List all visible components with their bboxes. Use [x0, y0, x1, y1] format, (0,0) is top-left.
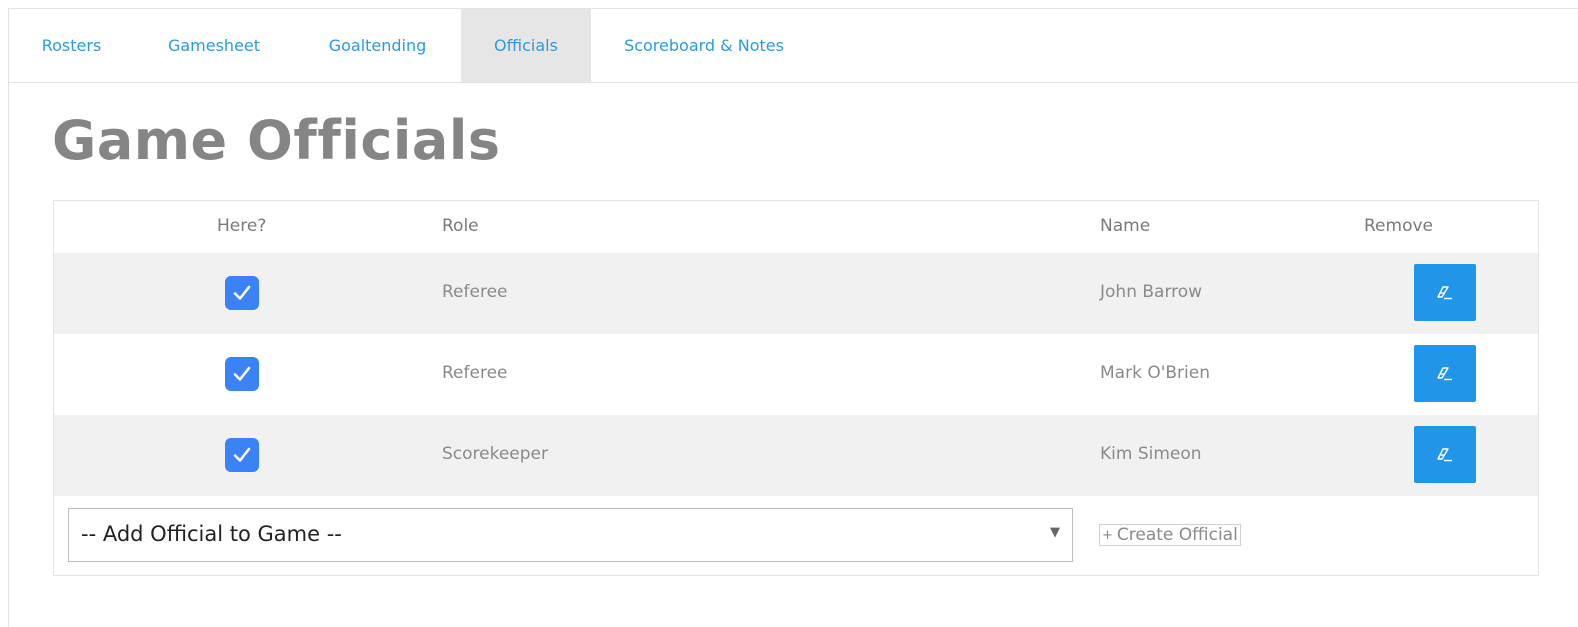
eraser-icon: [1437, 285, 1452, 299]
create-official-label: Create Official: [1116, 525, 1238, 545]
here-checkbox[interactable]: [225, 438, 259, 472]
plus-icon: +: [1102, 527, 1113, 543]
checkmark-icon: [233, 366, 251, 381]
checkmark-icon: [233, 447, 251, 462]
tab-label: Gamesheet: [167, 36, 261, 55]
chevron-down-icon: ▼: [1050, 525, 1060, 540]
tab-bar: Rosters Gamesheet Goaltending Officials …: [9, 9, 1578, 83]
tab-label: Officials: [494, 36, 558, 55]
create-official-button[interactable]: + Create Official: [1099, 524, 1241, 546]
app-frame: Rosters Gamesheet Goaltending Officials …: [8, 8, 1578, 627]
here-checkbox[interactable]: [225, 276, 259, 310]
remove-official-button[interactable]: [1414, 426, 1476, 483]
official-name: Mark O'Brien: [1100, 363, 1210, 383]
tab-label: Scoreboard & Notes: [624, 36, 784, 55]
table-row: Referee Mark O'Brien: [54, 334, 1538, 415]
official-role: Scorekeeper: [442, 444, 549, 464]
header-remove: Remove: [1364, 216, 1433, 236]
checkmark-icon: [233, 285, 251, 300]
tab-officials[interactable]: Officials: [461, 9, 591, 82]
header-role: Role: [442, 216, 479, 236]
eraser-icon: [1437, 447, 1452, 461]
page-title: Game Officials: [52, 109, 501, 172]
table-row: Scorekeeper Kim Simeon: [54, 415, 1538, 496]
header-name: Name: [1100, 216, 1151, 236]
official-role: Referee: [442, 282, 508, 302]
official-name: John Barrow: [1100, 282, 1203, 302]
eraser-icon: [1437, 366, 1452, 380]
remove-official-button[interactable]: [1414, 264, 1476, 321]
table-row: Referee John Barrow: [54, 253, 1538, 334]
add-official-select[interactable]: -- Add Official to Game -- ▼: [68, 508, 1073, 562]
tab-scoreboard-notes[interactable]: Scoreboard & Notes: [591, 9, 817, 82]
header-here: Here?: [217, 216, 267, 236]
official-name: Kim Simeon: [1100, 444, 1202, 464]
tab-label: Goaltending: [328, 36, 427, 55]
remove-official-button[interactable]: [1414, 345, 1476, 402]
tab-rosters[interactable]: Rosters: [9, 9, 134, 82]
here-checkbox[interactable]: [225, 357, 259, 391]
official-role: Referee: [442, 363, 508, 383]
table-header: Here? Role Name Remove: [54, 201, 1538, 253]
tab-gamesheet[interactable]: Gamesheet: [134, 9, 294, 82]
add-official-selected: -- Add Official to Game --: [81, 522, 342, 546]
officials-table: Here? Role Name Remove Referee John Barr…: [53, 200, 1539, 576]
tab-label: Rosters: [41, 36, 102, 55]
tab-goaltending[interactable]: Goaltending: [294, 9, 461, 82]
